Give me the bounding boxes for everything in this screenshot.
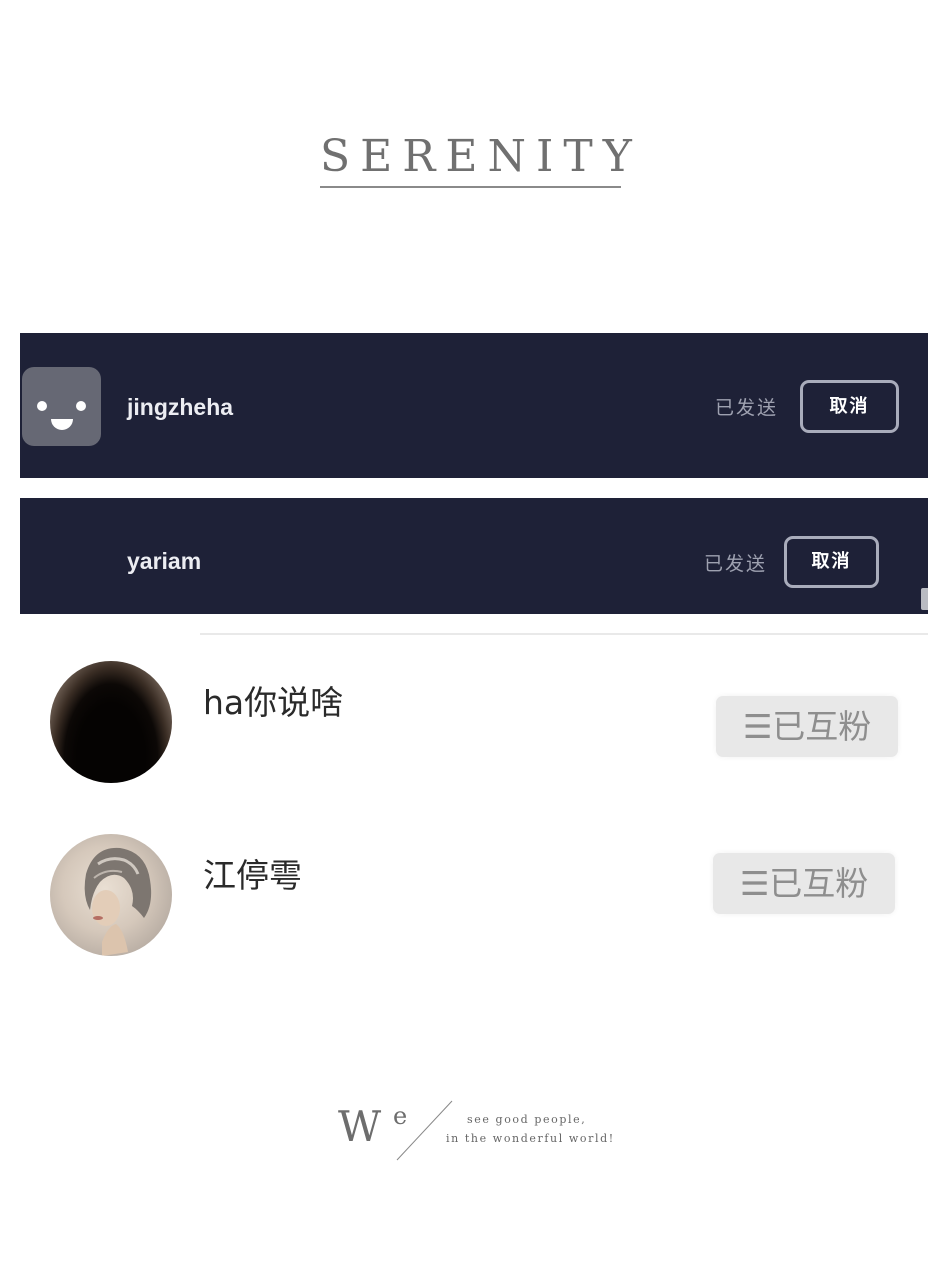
menu-lines-icon: ☰ [739, 864, 770, 903]
cancel-button[interactable]: 取消 [800, 380, 899, 433]
mutual-follow-button[interactable]: ☰已互粉 [713, 853, 895, 914]
title-underline [320, 186, 621, 188]
robot-face-icon[interactable] [22, 367, 101, 446]
logo-tagline: see good people, [467, 1113, 587, 1126]
username[interactable]: jingzheha [127, 394, 233, 421]
menu-lines-icon: ☰ [742, 707, 773, 746]
mutual-follow-label: 已互粉 [772, 707, 872, 746]
cancel-button[interactable]: 取消 [784, 536, 879, 588]
avatar-eye-left [37, 401, 47, 411]
avatar-mouth [51, 419, 73, 430]
we-brand-logo: W e see good people, in the wonderful wo… [338, 1096, 628, 1162]
page-title: SERENITY [320, 131, 642, 182]
sent-request-row: jingzheha 已发送 取消 [20, 333, 928, 478]
mutual-follow-button[interactable]: ☰已互粉 [716, 696, 898, 757]
avatar-eye-right [76, 401, 86, 411]
avatar[interactable] [50, 661, 172, 783]
portrait-illustration [84, 847, 152, 956]
sent-status-label: 已发送 [715, 397, 779, 419]
friend-name[interactable]: 江停雩 [203, 849, 302, 897]
sent-request-row: yariam 已发送 取消 [20, 498, 928, 614]
scroll-edge-marker [921, 588, 928, 610]
username[interactable]: yariam [127, 548, 201, 575]
friend-name[interactable]: ha你说啥 [203, 676, 343, 724]
logo-tagline: in the wonderful world! [446, 1132, 615, 1145]
logo-letter-w: W [338, 1102, 382, 1151]
mutual-follow-label: 已互粉 [769, 864, 869, 903]
sent-status-label: 已发送 [704, 553, 768, 575]
avatar[interactable] [50, 834, 172, 956]
friend-list-item[interactable]: ha你说啥 ☰已互粉 [0, 660, 948, 790]
logo-slash [396, 1100, 453, 1161]
list-divider [200, 633, 928, 635]
friend-list-item[interactable]: 江停雩 ☰已互粉 [0, 833, 948, 963]
